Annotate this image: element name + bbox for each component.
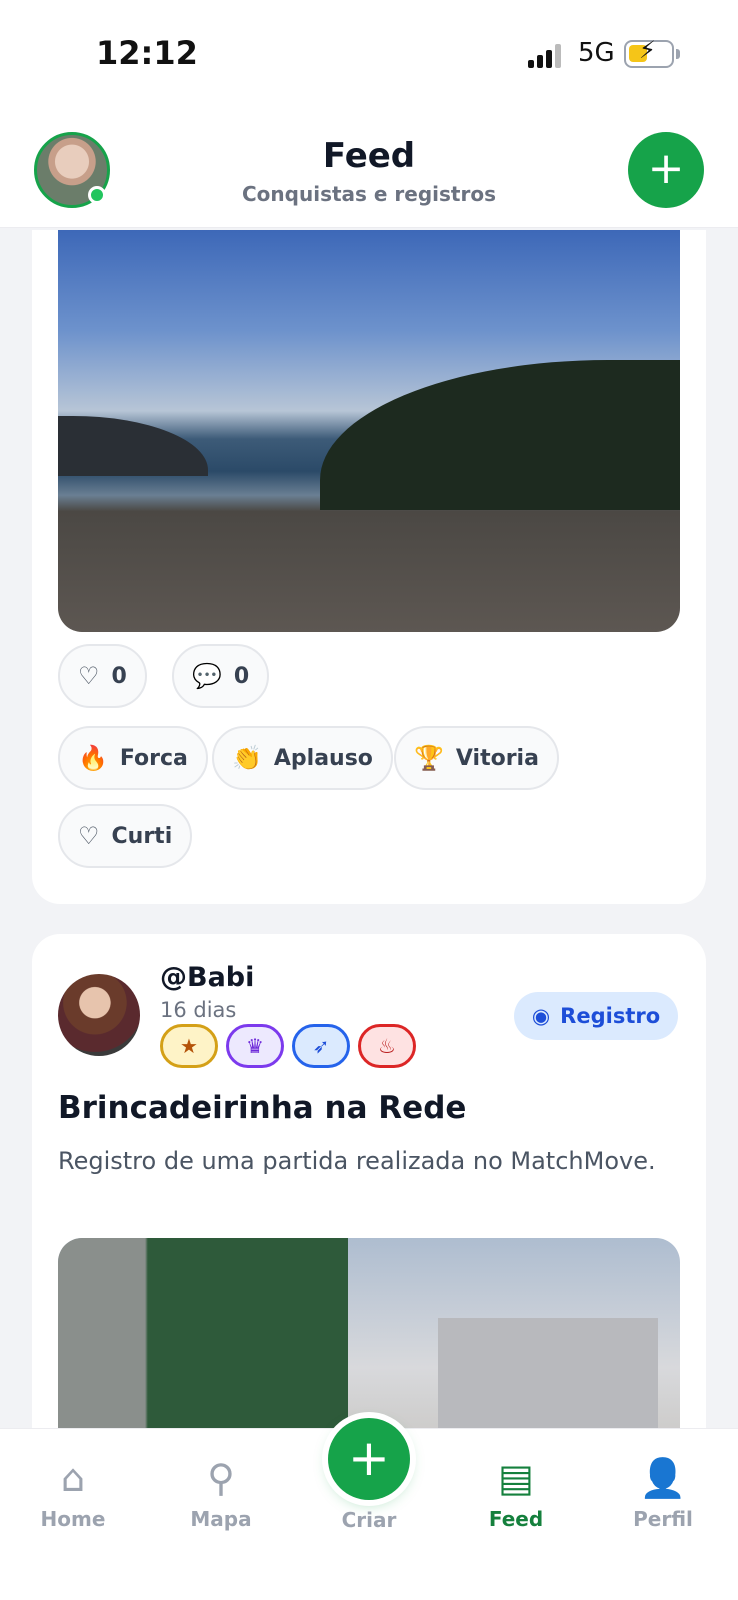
battery-icon: ⚡	[624, 38, 674, 68]
flame-icon: 🔥	[78, 744, 108, 772]
heart-icon: ♡	[78, 662, 100, 690]
signal-icon	[528, 44, 564, 68]
post-card: ♡ 0 💬 0 🔥 Forca 👏 Aplauso 🏆 Vitoria ♡ Cu…	[32, 230, 706, 904]
reaction-label: Curti	[111, 823, 173, 849]
reaction-vitoria[interactable]: 🏆 Vitoria	[394, 726, 559, 790]
reaction-curti[interactable]: ♡ Curti	[58, 804, 193, 868]
status-time: 12:12	[96, 34, 198, 72]
post-card: @Babi 16 dias ★ ♛ ➶ ♨ ◉ Registro Brincad…	[32, 934, 706, 1454]
comment-icon: 💬	[192, 662, 222, 690]
page-subtitle: Conquistas e registros	[242, 182, 496, 206]
crown-icon: ♛	[226, 1024, 284, 1068]
like-button[interactable]: ♡ 0	[58, 644, 147, 708]
rocket-icon: ➶	[292, 1024, 350, 1068]
like-count: 0	[111, 663, 127, 689]
newspaper-icon: ▤	[498, 1456, 534, 1500]
registro-tag: ◉ Registro	[514, 992, 678, 1040]
heart-icon: ♡	[78, 822, 100, 850]
tag-label: Registro	[560, 1004, 661, 1028]
home-icon: ⌂	[60, 1456, 86, 1500]
flame-icon: ♨	[358, 1024, 416, 1068]
nav-profile[interactable]: 👤 Perfil	[603, 1455, 723, 1531]
clap-icon: 👏	[232, 744, 262, 772]
user-icon: 👤	[639, 1456, 687, 1500]
trophy-icon: 🏆	[414, 744, 444, 772]
comment-count: 0	[233, 663, 250, 689]
status-bar: 12:12 5G ⚡	[0, 0, 738, 110]
reaction-label: Forca	[119, 745, 188, 771]
post-username[interactable]: @Babi	[160, 962, 254, 993]
create-button[interactable]: +	[328, 1418, 410, 1500]
nav-label: Feed	[488, 1507, 544, 1531]
reaction-label: Aplauso	[273, 745, 373, 771]
post-description: Registro de uma partida realizada no Mat…	[58, 1147, 656, 1175]
post-title: Brincadeirinha na Rede	[58, 1090, 467, 1126]
star-icon: ★	[160, 1024, 218, 1068]
nav-label: Mapa	[190, 1507, 252, 1531]
create-label: Criar	[341, 1508, 397, 1532]
map-pin-icon: ⚲	[207, 1456, 235, 1500]
nav-label: Perfil	[633, 1507, 693, 1531]
post-time: 16 dias	[160, 998, 237, 1022]
photo-rock	[58, 416, 208, 476]
app-header: Feed Conquistas e registros +	[0, 110, 738, 228]
reaction-aplauso[interactable]: 👏 Aplauso	[212, 726, 393, 790]
photo-building	[58, 1238, 348, 1454]
comment-button[interactable]: 💬 0	[172, 644, 270, 708]
add-post-button[interactable]: +	[628, 132, 704, 208]
post-photo[interactable]	[58, 230, 680, 632]
badge-list: ★ ♛ ➶ ♨	[160, 1024, 416, 1068]
battery-tip	[676, 49, 680, 59]
reaction-forca[interactable]: 🔥 Forca	[58, 726, 208, 790]
nav-home[interactable]: ⌂ Home	[13, 1455, 133, 1531]
camera-icon: ◉	[531, 1004, 551, 1028]
photo-hill	[320, 360, 680, 510]
avatar[interactable]	[58, 974, 140, 1056]
nav-map[interactable]: ⚲ Mapa	[161, 1455, 281, 1531]
nav-feed[interactable]: ▤ Feed	[456, 1455, 576, 1531]
nav-label: Home	[40, 1507, 106, 1531]
network-label: 5G	[578, 38, 615, 68]
reaction-label: Vitoria	[455, 745, 539, 771]
